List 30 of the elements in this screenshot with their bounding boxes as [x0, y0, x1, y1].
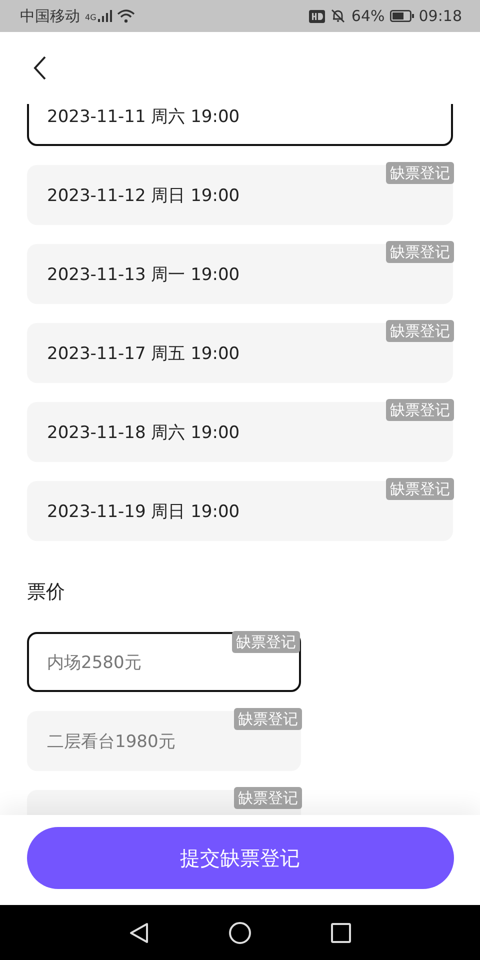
bell-off-icon	[330, 8, 346, 24]
network-type: 4G	[85, 12, 96, 22]
session-option[interactable]: 2023-11-18 周六 19:00 缺票登记	[27, 402, 453, 462]
signal-icon	[98, 10, 112, 22]
carrier-name: 中国移动	[20, 6, 80, 26]
status-tag: 缺票登记	[234, 708, 302, 730]
price-option[interactable]: 内场2580元 缺票登记	[27, 632, 301, 692]
wifi-icon	[117, 9, 136, 23]
recents-icon[interactable]	[331, 922, 351, 942]
battery-percent: 64%	[351, 7, 385, 25]
session-option[interactable]: 2023-11-11 周六 19:00	[27, 104, 453, 146]
status-tag: 缺票登记	[386, 241, 454, 263]
status-tag: 缺票登记	[386, 478, 454, 500]
session-option[interactable]: 2023-11-19 周日 19:00 缺票登记	[27, 481, 453, 541]
status-tag: 缺票登记	[234, 787, 302, 809]
status-tag: 缺票登记	[386, 162, 454, 184]
submit-button[interactable]: 提交缺票登记	[26, 827, 454, 889]
session-option[interactable]: 2023-11-12 周日 19:00 缺票登记	[27, 165, 453, 225]
section-title: 票价	[27, 580, 66, 605]
battery-icon	[390, 10, 414, 22]
back-icon[interactable]	[33, 56, 47, 80]
status-tag: 缺票登记	[386, 399, 454, 421]
status-tag: 缺票登记	[232, 631, 300, 653]
status-tag: 缺票登记	[386, 320, 454, 342]
clock: 09:18	[418, 7, 462, 25]
hd-icon	[309, 10, 326, 22]
session-option[interactable]: 2023-11-13 周一 19:00 缺票登记	[27, 244, 453, 304]
home-icon[interactable]	[229, 922, 251, 944]
session-option[interactable]: 2023-11-17 周五 19:00 缺票登记	[27, 323, 453, 383]
price-option[interactable]: 二层看台1980元 缺票登记	[27, 711, 301, 771]
